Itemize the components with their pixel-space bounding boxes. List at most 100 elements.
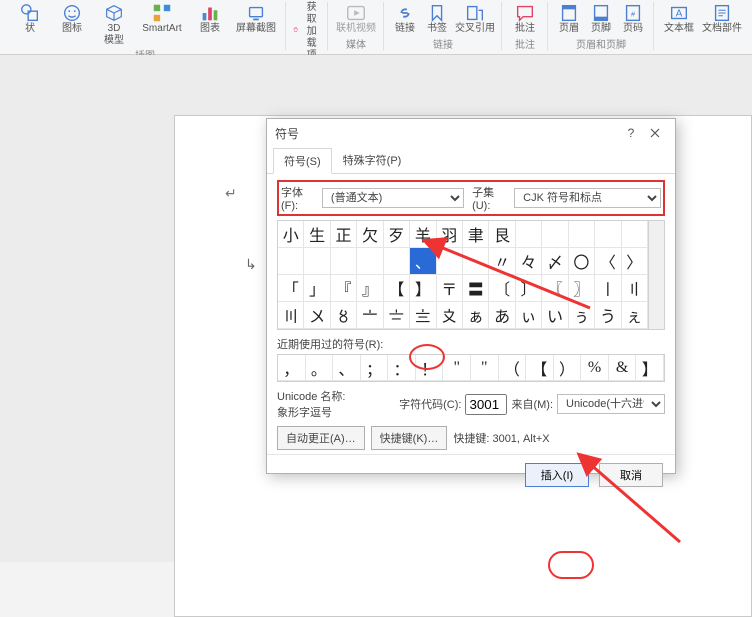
tab-symbols[interactable]: 符号(S) — [273, 148, 332, 174]
symbol-cell[interactable]: 〤 — [304, 302, 330, 329]
shortcut-button[interactable]: 快捷键(K)… — [371, 426, 448, 450]
autocorrect-button[interactable]: 自动更正(A)… — [277, 426, 365, 450]
symbol-cell[interactable]: 〧 — [384, 302, 410, 329]
symbol-cell[interactable]: 〣 — [278, 302, 304, 329]
ribbon-bookmark[interactable]: 书签 — [422, 0, 452, 35]
symbol-cell[interactable]: 〆 — [542, 248, 568, 275]
symbol-cell[interactable]: 〇 — [569, 248, 595, 275]
symbol-cell[interactable]: 〒 — [437, 275, 463, 302]
symbol-cell[interactable] — [463, 248, 489, 275]
symbol-cell[interactable]: 歹 — [384, 221, 410, 248]
recent-grid[interactable]: ，。、；：！""（【）%&】 — [277, 354, 665, 382]
symbol-cell[interactable]: 〔 — [489, 275, 515, 302]
symbol-cell[interactable]: 〥 — [331, 302, 357, 329]
symbol-cell[interactable]: 々 — [516, 248, 542, 275]
symbol-cell[interactable] — [437, 248, 463, 275]
symbol-cell[interactable]: 〃 — [489, 248, 515, 275]
symbol-cell[interactable]: 』 — [357, 275, 383, 302]
symbol-cell[interactable]: ぅ — [569, 302, 595, 329]
symbol-cell[interactable]: 聿 — [463, 221, 489, 248]
ribbon-smartart[interactable]: SmartArt — [136, 0, 188, 47]
ribbon-link[interactable]: 链接 — [390, 0, 420, 35]
symbol-cell[interactable]: 〨 — [410, 302, 436, 329]
symbol-cell[interactable]: 羽 — [437, 221, 463, 248]
recent-symbol-cell[interactable]: & — [609, 355, 637, 381]
recent-symbol-cell[interactable]: % — [581, 355, 609, 381]
from-dropdown[interactable]: Unicode(十六进制) — [557, 394, 665, 414]
symbol-cell[interactable]: 〕 — [516, 275, 542, 302]
symbol-cell[interactable]: 『 — [331, 275, 357, 302]
symbol-cell[interactable]: 艮 — [489, 221, 515, 248]
recent-symbol-cell[interactable]: 【 — [526, 355, 554, 381]
tab-special[interactable]: 特殊字符(P) — [332, 147, 413, 173]
ribbon-docparts[interactable]: 文档部件 — [700, 0, 744, 35]
symbol-cell[interactable] — [569, 221, 595, 248]
symbol-cell[interactable] — [384, 248, 410, 275]
symbol-cell[interactable]: 【 — [384, 275, 410, 302]
symbol-cell[interactable]: 「 — [278, 275, 304, 302]
symbol-cell[interactable]: 正 — [331, 221, 357, 248]
recent-symbol-cell[interactable]: 】 — [636, 355, 664, 381]
symbol-cell[interactable]: 〓 — [463, 275, 489, 302]
symbol-cell[interactable]: ぁ — [463, 302, 489, 329]
symbol-cell[interactable]: あ — [489, 302, 515, 329]
recent-symbol-cell[interactable]: 、 — [333, 355, 361, 381]
symbol-grid[interactable]: 小生正欠歹羊羽聿艮、〃々〆〇〈〉「」『』【】〒〓〔〕〖〗〡〢〣〤〥〦〧〨〩ぁあぃ… — [278, 221, 648, 329]
symbol-cell[interactable] — [357, 248, 383, 275]
close-button[interactable] — [643, 123, 667, 143]
symbol-cell[interactable]: 〩 — [437, 302, 463, 329]
symbol-cell[interactable]: 〢 — [622, 275, 648, 302]
recent-symbol-cell[interactable]: ； — [361, 355, 389, 381]
recent-symbol-cell[interactable]: ： — [388, 355, 416, 381]
symbol-cell[interactable]: 小 — [278, 221, 304, 248]
dialog-titlebar[interactable]: 符号 ? — [267, 119, 675, 147]
recent-symbol-cell[interactable]: ） — [554, 355, 582, 381]
recent-symbol-cell[interactable]: ！ — [416, 355, 444, 381]
ribbon-pagenum[interactable]: #页码 — [618, 0, 648, 35]
recent-symbol-cell[interactable]: " — [443, 355, 471, 381]
ribbon-screenshot[interactable]: 屏幕截图 — [232, 0, 280, 47]
ribbon-footer[interactable]: 页脚 — [586, 0, 616, 35]
symbol-cell[interactable] — [278, 248, 304, 275]
cancel-button[interactable]: 取消 — [599, 463, 663, 487]
ribbon-textbox[interactable]: A文本框 — [660, 0, 698, 35]
recent-symbol-cell[interactable]: （ — [499, 355, 527, 381]
symbol-cell[interactable]: 欠 — [357, 221, 383, 248]
font-dropdown[interactable]: (普通文本) — [322, 188, 464, 208]
symbol-cell[interactable]: 〡 — [595, 275, 621, 302]
symbol-cell[interactable]: 羊 — [410, 221, 436, 248]
ribbon-icons[interactable]: 图标 — [52, 0, 92, 47]
recent-symbol-cell[interactable]: " — [471, 355, 499, 381]
ribbon-get-addins[interactable]: 获取加载项 — [292, 0, 322, 62]
symbol-cell[interactable] — [595, 221, 621, 248]
help-button[interactable]: ? — [619, 123, 643, 143]
symbol-cell[interactable]: 〖 — [542, 275, 568, 302]
recent-symbol-cell[interactable]: 。 — [306, 355, 334, 381]
ribbon-chart[interactable]: 图表 — [190, 0, 230, 47]
ribbon-crossref[interactable]: 交叉引用 — [454, 0, 496, 35]
symbol-cell[interactable] — [622, 221, 648, 248]
symbol-cell[interactable]: ぃ — [516, 302, 542, 329]
recent-symbol-cell[interactable]: ， — [278, 355, 306, 381]
charcode-input[interactable] — [465, 394, 507, 415]
ribbon-online-video[interactable]: 联机视频 — [334, 0, 378, 35]
symbol-cell[interactable]: 〦 — [357, 302, 383, 329]
ribbon-shapes[interactable]: 状 — [10, 0, 50, 47]
symbol-cell[interactable]: 】 — [410, 275, 436, 302]
ribbon-wordart[interactable]: A艺ᐧ — [746, 0, 752, 35]
symbol-cell[interactable]: 〉 — [622, 248, 648, 275]
insert-button[interactable]: 插入(I) — [525, 463, 589, 487]
symbol-cell[interactable] — [304, 248, 330, 275]
symbol-cell[interactable]: 〗 — [569, 275, 595, 302]
ribbon-3dmodel[interactable]: 3D 模型 — [94, 0, 134, 47]
symbol-cell[interactable]: い — [542, 302, 568, 329]
symbol-cell[interactable]: 、 — [410, 248, 436, 275]
symbol-scrollbar[interactable] — [648, 221, 664, 329]
symbol-cell[interactable] — [331, 248, 357, 275]
ribbon-header[interactable]: 页眉 — [554, 0, 584, 35]
symbol-cell[interactable]: 生 — [304, 221, 330, 248]
symbol-cell[interactable]: う — [595, 302, 621, 329]
symbol-cell[interactable]: ぇ — [622, 302, 648, 329]
symbol-cell[interactable]: 」 — [304, 275, 330, 302]
subset-dropdown[interactable]: CJK 符号和标点 — [514, 188, 661, 208]
